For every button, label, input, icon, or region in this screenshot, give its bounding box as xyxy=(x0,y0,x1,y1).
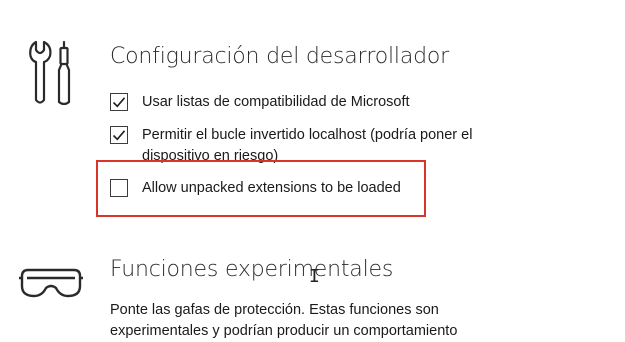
unpacked-extensions-checkbox[interactable] xyxy=(110,179,128,197)
checkmark-icon xyxy=(112,97,126,108)
safety-goggles-icon xyxy=(18,264,84,302)
text-cursor-icon: I xyxy=(309,266,320,287)
compat-lists-label: Usar listas de compatibilidad de Microso… xyxy=(142,94,410,110)
localhost-loopback-checkbox[interactable] xyxy=(110,126,128,144)
option-compat-lists[interactable]: Usar listas de compatibilidad de Microso… xyxy=(110,92,580,116)
developer-settings-title: Configuración del desarrollador xyxy=(110,44,449,69)
wrench-screwdriver-icon xyxy=(28,40,74,106)
compat-lists-checkbox[interactable] xyxy=(110,93,128,111)
option-unpacked-extensions[interactable]: Allow unpacked extensions to be loaded xyxy=(110,178,420,202)
experimental-description: Ponte las gafas de protección. Estas fun… xyxy=(110,302,458,339)
unpacked-extensions-label: Allow unpacked extensions to be loaded xyxy=(142,180,401,196)
checkmark-icon xyxy=(112,130,126,141)
experimental-title: Funciones experimentales xyxy=(110,257,394,282)
